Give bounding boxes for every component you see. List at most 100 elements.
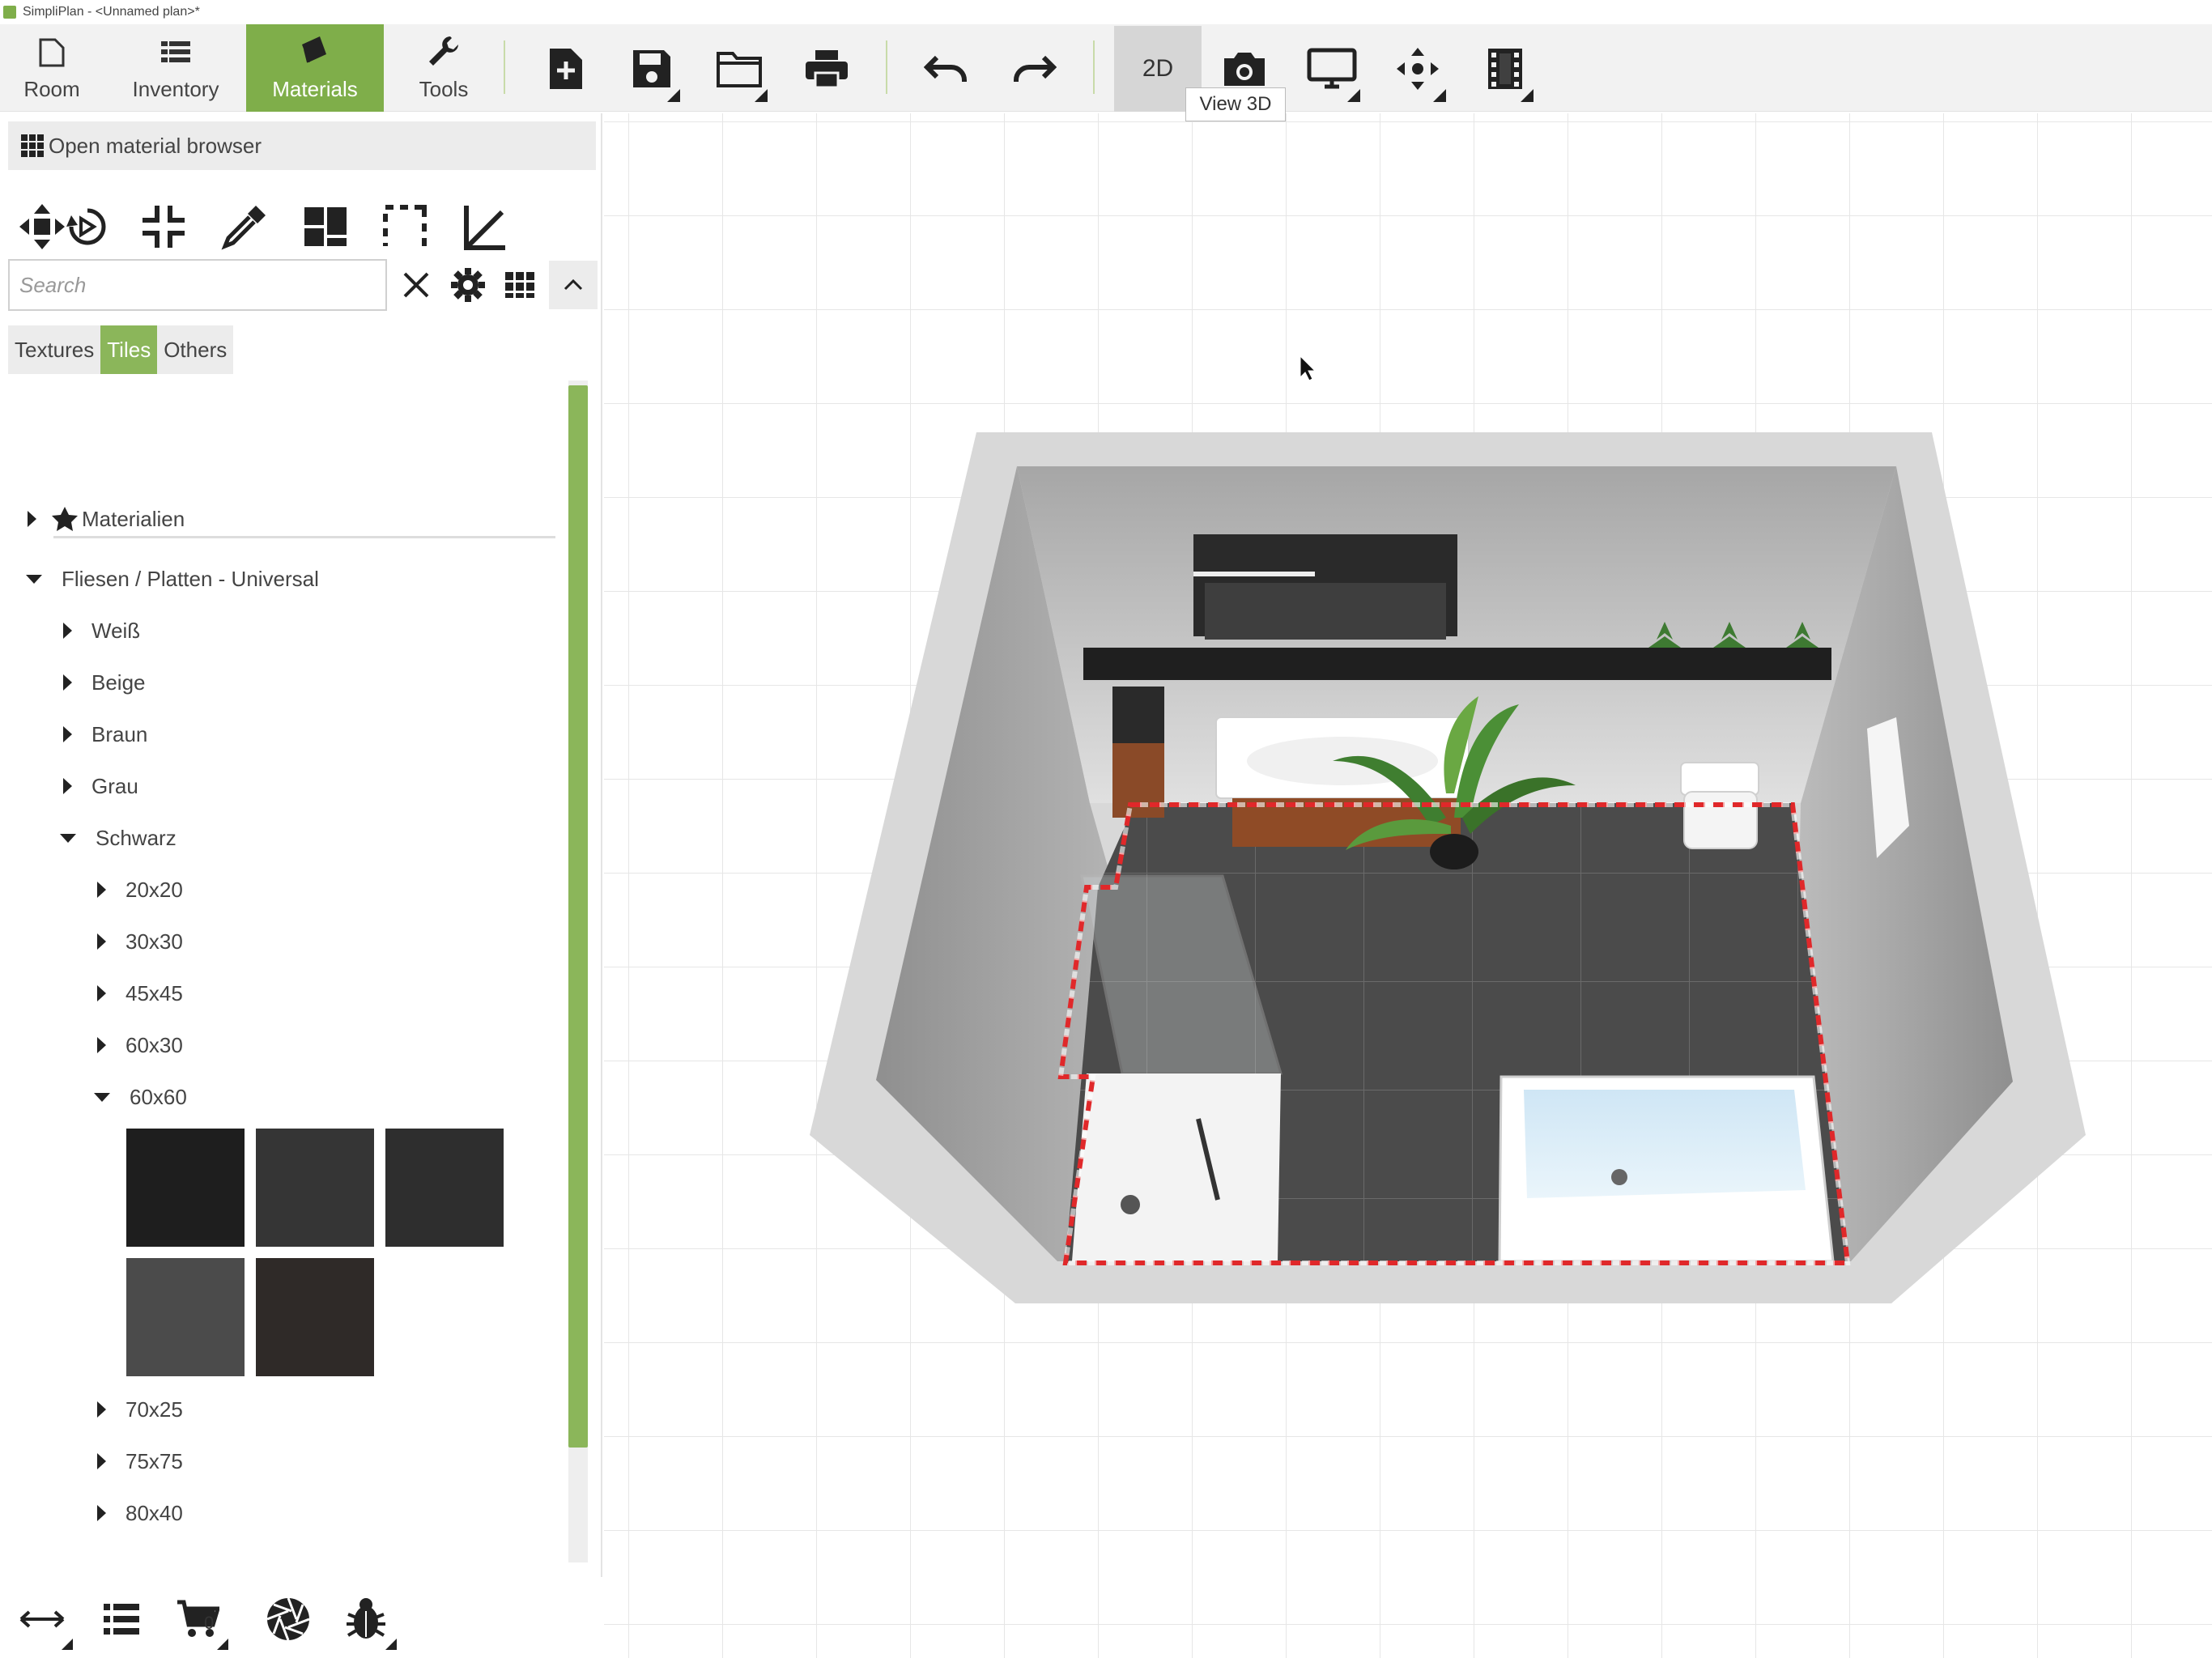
redo-button[interactable] [1006, 40, 1062, 97]
tree-item-label: Fliesen / Platten - Universal [62, 566, 319, 591]
tree-item-size[interactable]: 45x45 [97, 973, 183, 1014]
caret-right-icon [97, 1037, 106, 1053]
eyedropper-icon [221, 206, 266, 250]
tab-tiles[interactable]: Tiles [100, 325, 158, 374]
mirror-cabinet-light [1193, 572, 1315, 576]
open-dropdown-corner [755, 89, 768, 102]
angle-tool-button[interactable] [453, 196, 515, 257]
presentation-button[interactable] [1304, 40, 1360, 102]
tree-item-size[interactable]: 60x60 [94, 1077, 187, 1117]
tree-item-size[interactable]: 30x30 [97, 921, 183, 962]
tree-item-color[interactable]: Schwarz [60, 818, 177, 858]
tree-item-size[interactable]: 60x30 [97, 1025, 183, 1065]
tree-item-group[interactable]: Fliesen / Platten - Universal [26, 559, 319, 599]
camera-icon [1224, 53, 1265, 86]
tree-item-label: 90x30 [125, 1553, 183, 1555]
tile-swatch[interactable] [126, 1129, 245, 1247]
wall-shelf [1083, 648, 1831, 680]
width-button[interactable] [16, 1593, 73, 1650]
tree-item-color[interactable]: Beige [63, 662, 146, 703]
fit-icon [143, 206, 185, 248]
print-button[interactable] [798, 40, 855, 97]
video-dropdown-corner [1521, 89, 1534, 102]
navigate-button[interactable] [1389, 40, 1446, 102]
tree-divider [53, 536, 555, 538]
tab-tools[interactable]: Tools [395, 24, 492, 112]
search-settings-button[interactable] [445, 262, 491, 308]
monitor-icon [1307, 48, 1357, 89]
tab-others[interactable]: Others [157, 325, 234, 374]
tab-tools-label: Tools [419, 77, 469, 101]
list-button[interactable] [96, 1593, 147, 1645]
tree-item-size[interactable]: 90x30 [97, 1545, 183, 1555]
collapse-button[interactable] [549, 261, 598, 309]
toolbar-separator [504, 40, 505, 94]
material-tree: Materialien Fliesen / Platten - Universa… [8, 380, 575, 1554]
aperture-icon [266, 1597, 310, 1641]
caret-down-icon [26, 574, 42, 584]
open-button[interactable] [711, 40, 768, 102]
tile-swatch[interactable] [256, 1129, 374, 1247]
undo-button[interactable] [918, 40, 975, 97]
caret-right-icon [97, 1401, 106, 1418]
room-3d-view[interactable] [604, 113, 2212, 1658]
tree-item-favorites[interactable]: Materialien [28, 499, 185, 539]
grid-view-button[interactable] [497, 262, 542, 308]
tree-scrollbar-thumb[interactable] [568, 385, 588, 1448]
clear-search-button[interactable] [393, 262, 439, 308]
save-icon [633, 50, 670, 87]
save-button[interactable] [623, 40, 680, 102]
selection-tool-button[interactable] [374, 196, 436, 257]
aperture-button[interactable] [262, 1593, 314, 1645]
tab-room-label: Room [23, 77, 80, 101]
tree-item-size[interactable]: 70x25 [97, 1389, 183, 1430]
bug-icon [347, 1598, 385, 1639]
tree-scrollbar[interactable] [568, 380, 588, 1562]
tree-item-label: 70x25 [125, 1397, 183, 1422]
width-icon [19, 1610, 65, 1628]
list-icon [104, 1604, 139, 1635]
tile-swatch[interactable] [256, 1258, 374, 1376]
main-toolbar: Room Inventory Materials Tools 2D [0, 24, 2212, 112]
layout-tool-button[interactable] [295, 196, 356, 257]
open-material-browser-button[interactable]: Open material browser [8, 121, 596, 170]
tab-materials-label: Materials [272, 77, 358, 101]
mirror-glass [1205, 583, 1446, 640]
film-icon [1488, 49, 1522, 89]
tall-cabinet-top [1112, 687, 1164, 743]
tab-inventory[interactable]: Inventory [115, 24, 236, 112]
bathtub-water [1524, 1090, 1806, 1198]
grid-view-icon [505, 272, 534, 298]
caret-right-icon [97, 933, 106, 950]
tree-item-label: Braun [91, 721, 148, 746]
tree-item-label: 60x30 [125, 1032, 183, 1057]
open-material-browser-label: Open material browser [49, 133, 262, 158]
tab-room[interactable]: Room [0, 24, 104, 112]
tab-materials[interactable]: Materials [246, 24, 384, 112]
cart-button[interactable]: 0 [172, 1593, 228, 1650]
eyedropper-tool-button[interactable] [214, 196, 275, 257]
caret-down-icon [94, 1092, 110, 1102]
tab-textures[interactable]: Textures [8, 325, 101, 374]
fit-tool-button[interactable] [133, 196, 194, 257]
tile-swatch[interactable] [126, 1258, 245, 1376]
bug-report-button[interactable] [340, 1593, 397, 1650]
tree-item-size[interactable]: 75x75 [97, 1441, 183, 1482]
search-input[interactable] [8, 259, 387, 311]
3d-viewport[interactable] [604, 113, 2212, 1658]
title-bar: SimpliPlan - <Unnamed plan>* [0, 0, 2212, 24]
tree-item-size[interactable]: 80x40 [97, 1493, 183, 1533]
tree-item-color[interactable]: Braun [63, 714, 147, 755]
tree-item-color[interactable]: Weiß [63, 610, 140, 651]
rotate-tool-button[interactable] [57, 196, 118, 257]
new-plan-button[interactable] [538, 40, 594, 97]
redo-icon [1014, 55, 1057, 82]
material-tools-row [8, 185, 596, 266]
tree-item-size[interactable]: 20x20 [97, 869, 183, 910]
undo-icon [924, 55, 967, 82]
video-button[interactable] [1477, 40, 1534, 102]
tree-item-color[interactable]: Grau [63, 766, 138, 806]
tile-swatch[interactable] [385, 1129, 504, 1247]
cart-count: 0 [204, 1613, 215, 1633]
window-title: SimpliPlan - <Unnamed plan>* [23, 5, 200, 19]
